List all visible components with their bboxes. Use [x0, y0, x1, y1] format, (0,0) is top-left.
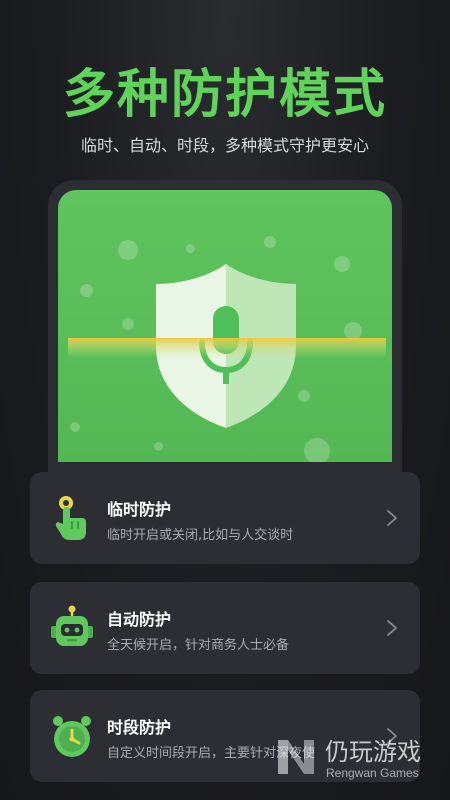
bubble	[118, 240, 138, 260]
bubble	[122, 318, 134, 330]
watermark-logo-icon	[278, 740, 314, 774]
scan-line	[68, 338, 386, 358]
bubble	[304, 438, 330, 462]
bubble	[154, 442, 163, 451]
page-title: 多种防护模式	[62, 65, 387, 125]
bubble	[186, 244, 195, 253]
robot-icon	[51, 605, 93, 646]
tap-finger-icon	[55, 496, 86, 540]
page-subtitle: 临时、自动、时段，多种模式守护更安心	[80, 136, 369, 155]
bubble	[334, 256, 350, 272]
mode-description: 全天候开启，针对商务人士必备	[107, 638, 290, 653]
bubble	[70, 422, 80, 432]
clock-icon	[53, 716, 91, 757]
mode-title: 自动防护	[107, 610, 172, 629]
watermark: 仍玩游戏 Rengwan Games	[270, 728, 442, 788]
mode-title: 临时防护	[107, 500, 172, 519]
chevron-right-icon	[387, 510, 397, 526]
mode-description: 临时开启或关闭,比如与人交谈时	[107, 528, 294, 543]
chevron-right-icon	[387, 620, 397, 636]
watermark-en-text: Rengwan Games	[326, 766, 419, 780]
bubble	[80, 284, 93, 297]
mode-card-temporary[interactable]: 临时防护 临时开启或关闭,比如与人交谈时	[30, 472, 420, 564]
watermark-cn-text: 仍玩游戏	[325, 738, 421, 766]
mode-title: 时段防护	[107, 718, 172, 737]
bubble	[264, 236, 276, 248]
mode-card-automatic[interactable]: 自动防护 全天候开启，针对商务人士必备	[30, 582, 420, 674]
phone-preview	[58, 190, 392, 462]
